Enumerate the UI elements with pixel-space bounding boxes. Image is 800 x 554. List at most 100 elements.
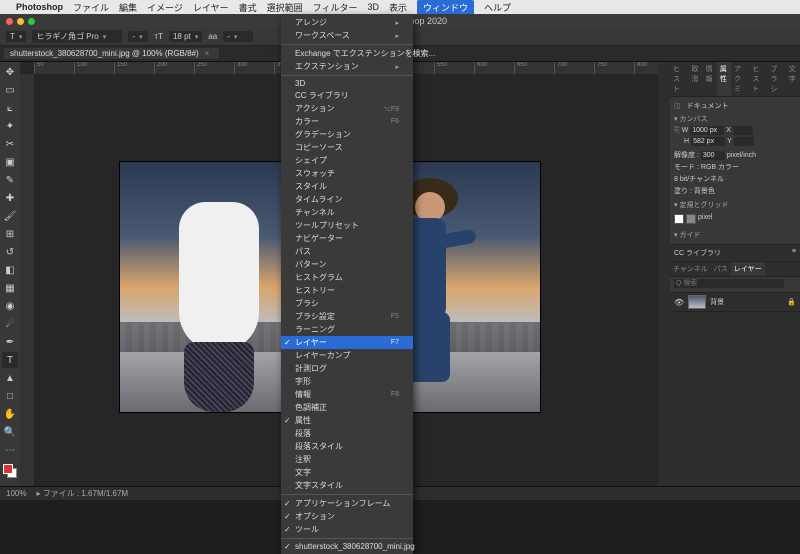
menu-item[interactable]: 色調補正 — [281, 401, 413, 414]
close-window-button[interactable] — [6, 18, 13, 25]
menu-item[interactable]: グラデーション — [281, 128, 413, 141]
layer-visibility-icon[interactable] — [674, 298, 684, 307]
font-family-select[interactable]: ヒラギノ角ゴ Pro — [32, 30, 122, 43]
menu-item[interactable]: ラーニング — [281, 323, 413, 336]
x-input[interactable] — [733, 126, 753, 135]
menu-item[interactable]: 計測ログ — [281, 362, 413, 375]
gradient-tool[interactable]: ▦ — [2, 280, 18, 296]
menu-item[interactable]: ワークスペース — [281, 29, 413, 42]
menu-item[interactable]: ヒストリー — [281, 284, 413, 297]
brush-tool[interactable]: 🖌 — [2, 208, 18, 224]
minimize-window-button[interactable] — [17, 18, 24, 25]
height-input[interactable] — [691, 137, 725, 146]
color-swatches[interactable] — [3, 464, 17, 478]
close-tab-icon[interactable]: × — [205, 49, 210, 58]
panel-tab[interactable]: 取消 — [688, 62, 702, 96]
dodge-tool[interactable]: ☄ — [2, 316, 18, 332]
pen-tool[interactable]: ✒ — [2, 334, 18, 350]
menu-type[interactable]: 書式 — [239, 1, 257, 14]
panel-tab[interactable]: チャンネル — [670, 262, 711, 276]
app-name[interactable]: Photoshop — [16, 2, 63, 12]
link-dimensions-icon[interactable]: ⎘ — [674, 127, 680, 135]
document-tab[interactable]: shutterstock_380628700_mini.jpg @ 100% (… — [4, 48, 219, 59]
fill-select[interactable]: 背景色 — [694, 186, 796, 196]
ruler-unit-select[interactable]: pixel — [698, 214, 712, 224]
layer-row[interactable]: 背景 🔒 — [670, 293, 800, 312]
doc-info[interactable]: ▸ ファイル : 1.67M/1.67M — [36, 488, 128, 499]
layer-name[interactable]: 背景 — [710, 297, 724, 307]
menu-item[interactable]: スタイル — [281, 180, 413, 193]
font-size-select[interactable]: 18 pt — [169, 31, 202, 42]
menu-file[interactable]: ファイル — [73, 1, 109, 14]
menu-item[interactable]: ブラシ設定F5 — [281, 310, 413, 323]
layer-search-input[interactable] — [674, 279, 784, 288]
cc-libraries-panel-header[interactable]: CC ライブラリ≡ — [670, 245, 800, 262]
menu-item[interactable]: シェイプ — [281, 154, 413, 167]
edit-toolbar-icon[interactable]: ⋯ — [2, 442, 18, 458]
zoom-level[interactable]: 100% — [6, 489, 26, 498]
move-tool[interactable]: ✥ — [2, 64, 18, 80]
panel-tab[interactable]: 属性 — [717, 62, 731, 96]
crop-tool[interactable]: ✂ — [2, 136, 18, 152]
menu-item[interactable]: shutterstock_380628700_mini.jpg — [281, 541, 413, 552]
menu-item[interactable]: オプション — [281, 510, 413, 523]
panel-tab[interactable]: レイヤー — [731, 262, 765, 276]
vertical-ruler[interactable] — [20, 74, 34, 486]
layer-thumbnail[interactable] — [688, 295, 706, 309]
eraser-tool[interactable]: ◧ — [2, 262, 18, 278]
menu-item[interactable]: CC ライブラリ — [281, 89, 413, 102]
blur-tool[interactable]: ◉ — [2, 298, 18, 314]
eyedropper-tool[interactable]: ✎ — [2, 172, 18, 188]
menu-item[interactable]: スウォッチ — [281, 167, 413, 180]
hand-tool[interactable]: ✋ — [2, 406, 18, 422]
menu-item[interactable]: 文字 — [281, 466, 413, 479]
panel-tab[interactable]: パス — [711, 262, 731, 276]
menu-item[interactable]: カラーF6 — [281, 115, 413, 128]
menu-item[interactable]: エクステンション — [281, 60, 413, 73]
panel-tab[interactable]: 情報 — [703, 62, 717, 96]
menu-item[interactable]: 3D — [281, 78, 413, 89]
menu-item[interactable]: ヒストグラム — [281, 271, 413, 284]
type-tool[interactable]: T — [2, 352, 18, 368]
menu-item[interactable]: 段落 — [281, 427, 413, 440]
zoom-window-button[interactable] — [28, 18, 35, 25]
antialias-select[interactable]: - — [223, 31, 253, 42]
bit-depth-select[interactable]: 8 bit/チャンネル — [674, 174, 796, 184]
width-input[interactable] — [690, 126, 724, 135]
panel-menu-icon[interactable]: ≡ — [792, 248, 796, 258]
ruler-swatch[interactable] — [674, 214, 684, 224]
collapsed-panel-strip[interactable] — [658, 62, 670, 486]
menu-item[interactable]: ナビゲーター — [281, 232, 413, 245]
menu-item[interactable]: 情報F8 — [281, 388, 413, 401]
menu-item[interactable]: ブラシ — [281, 297, 413, 310]
menu-filter[interactable]: フィルター — [313, 1, 358, 14]
grid-swatch[interactable] — [686, 214, 696, 224]
quick-select-tool[interactable]: ✦ — [2, 118, 18, 134]
stamp-tool[interactable]: ⊞ — [2, 226, 18, 242]
color-mode-select[interactable]: RGB カラー — [701, 162, 796, 172]
lasso-tool[interactable]: ⟀ — [2, 100, 18, 116]
resolution-input[interactable] — [701, 151, 725, 160]
foreground-color-swatch[interactable] — [3, 464, 13, 474]
menu-item[interactable]: 段落スタイル — [281, 440, 413, 453]
rectangle-tool[interactable]: □ — [2, 388, 18, 404]
frame-tool[interactable]: ▣ — [2, 154, 18, 170]
menu-item[interactable]: アクション⌥F9 — [281, 102, 413, 115]
menu-item[interactable]: アプリケーションフレーム — [281, 497, 413, 510]
panel-tab[interactable]: ブラシ — [768, 62, 786, 96]
healing-tool[interactable]: ✚ — [2, 190, 18, 206]
menu-item[interactable]: アレンジ — [281, 16, 413, 29]
menu-window[interactable]: ウィンドウ — [417, 0, 474, 15]
menu-item[interactable]: パターン — [281, 258, 413, 271]
menu-item[interactable]: レイヤーF7 — [281, 336, 413, 349]
path-select-tool[interactable]: ▲ — [2, 370, 18, 386]
zoom-tool[interactable]: 🔍 — [2, 424, 18, 440]
panel-tab[interactable]: 文字 — [786, 62, 800, 96]
menu-item[interactable]: 注釈 — [281, 453, 413, 466]
grid-spacing-select[interactable] — [714, 214, 728, 224]
marquee-tool[interactable]: ▭ — [2, 82, 18, 98]
menu-view[interactable]: 表示 — [389, 1, 407, 14]
menu-item[interactable]: チャンネル — [281, 206, 413, 219]
menu-select[interactable]: 選択範囲 — [267, 1, 303, 14]
menu-item[interactable]: ツールプリセット — [281, 219, 413, 232]
